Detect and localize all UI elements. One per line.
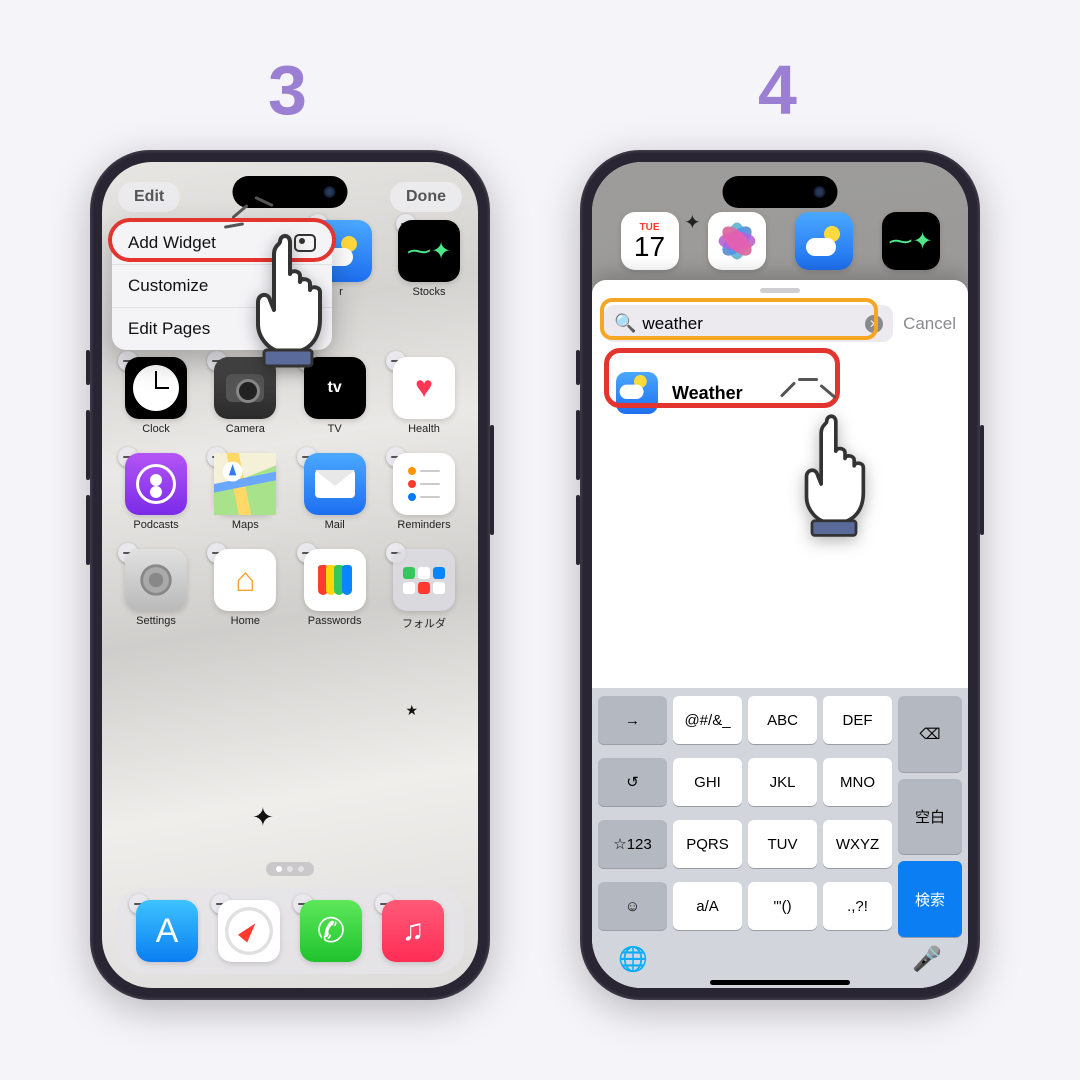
- app-folder[interactable]: フォルダ: [384, 549, 464, 631]
- mic-icon[interactable]: 🎤: [912, 945, 942, 974]
- home-indicator[interactable]: [710, 980, 850, 985]
- key-symbols[interactable]: @#/&_: [673, 696, 742, 744]
- done-button[interactable]: Done: [390, 182, 462, 212]
- app-label: Settings: [116, 615, 196, 627]
- context-menu: Add Widget Customize Edit Pages: [112, 222, 332, 350]
- app-label: Maps: [205, 519, 285, 531]
- key-delete[interactable]: ⌫: [898, 696, 962, 772]
- app-music[interactable]: ♫: [373, 900, 453, 962]
- menu-label: Customize: [128, 276, 208, 296]
- key-emoji[interactable]: ☺: [598, 882, 667, 930]
- result-weather[interactable]: Weather: [608, 362, 952, 424]
- app-phone[interactable]: ✆: [291, 900, 371, 962]
- background-app-row: TUE17 ⁓✦: [592, 212, 968, 270]
- widget-sheet: 🔍 weather ✕ Cancel Weather → @#/&_: [592, 280, 968, 988]
- key-case[interactable]: a/A: [673, 882, 742, 930]
- app-reminders[interactable]: Reminders: [384, 453, 464, 531]
- app-calendar-bg: TUE17: [610, 212, 690, 270]
- keyboard: → @#/&_ ABC DEF ↺ GHI JKL MNO ☆123: [592, 688, 968, 988]
- key-space[interactable]: 空白: [898, 779, 962, 855]
- key-quotes[interactable]: '"(): [748, 882, 817, 930]
- key-def[interactable]: DEF: [823, 696, 892, 744]
- page-dots[interactable]: [266, 862, 314, 876]
- app-grid: Clock Camera tvTV ♥Health Podcasts Maps …: [102, 357, 478, 649]
- app-settings[interactable]: Settings: [116, 549, 196, 631]
- app-label: Home: [205, 615, 285, 627]
- dynamic-island: [233, 176, 348, 208]
- widget-icon: [294, 234, 316, 252]
- key-ghi[interactable]: GHI: [673, 758, 742, 806]
- app-stocks-bg: ⁓✦: [871, 212, 951, 270]
- key-punct[interactable]: .,?!: [823, 882, 892, 930]
- globe-icon[interactable]: 🌐: [618, 945, 648, 974]
- app-label: Stocks: [394, 286, 464, 298]
- app-podcasts[interactable]: Podcasts: [116, 453, 196, 531]
- app-tv[interactable]: tvTV: [295, 357, 375, 435]
- wallpaper-sparkle: ★: [405, 702, 418, 719]
- search-icon: 🔍: [614, 313, 636, 334]
- result-label: Weather: [672, 383, 743, 404]
- key-tuv[interactable]: TUV: [748, 820, 817, 868]
- app-label: TV: [295, 423, 375, 435]
- key-search[interactable]: 検索: [898, 861, 962, 937]
- app-weather-bg: [784, 212, 864, 270]
- key-mno[interactable]: MNO: [823, 758, 892, 806]
- app-maps[interactable]: Maps: [205, 453, 285, 531]
- app-mail[interactable]: Mail: [295, 453, 375, 531]
- key-jkl[interactable]: JKL: [748, 758, 817, 806]
- menu-label: Edit Pages: [128, 319, 210, 339]
- search-text: weather: [642, 314, 865, 334]
- phone-frame-4: ✦ TUE17 ⁓✦: [580, 150, 980, 1000]
- phone-frame-3: Edit Done Add Widget Customize Edit Page…: [90, 150, 490, 1000]
- home-screen-editing: Edit Done Add Widget Customize Edit Page…: [102, 162, 478, 988]
- app-label: Camera: [205, 423, 285, 435]
- search-input[interactable]: 🔍 weather ✕: [604, 305, 893, 342]
- app-label: Clock: [116, 423, 196, 435]
- edit-button[interactable]: Edit: [118, 182, 180, 212]
- pages-icon: [294, 320, 316, 338]
- step-number-3: 3: [268, 50, 307, 130]
- app-clock[interactable]: Clock: [116, 357, 196, 435]
- menu-customize[interactable]: Customize: [112, 265, 332, 308]
- key-mode[interactable]: ☆123: [598, 820, 667, 868]
- clear-icon[interactable]: ✕: [865, 315, 883, 333]
- step-number-4: 4: [758, 50, 797, 130]
- cancel-button[interactable]: Cancel: [903, 314, 956, 334]
- key-wxyz[interactable]: WXYZ: [823, 820, 892, 868]
- key-next[interactable]: →: [598, 696, 667, 744]
- menu-add-widget[interactable]: Add Widget: [112, 222, 332, 265]
- sheet-grabber[interactable]: [760, 288, 800, 293]
- app-label: Podcasts: [116, 519, 196, 531]
- key-undo[interactable]: ↺: [598, 758, 667, 806]
- dock: A ✆ ♫: [116, 888, 464, 974]
- app-label: Passwords: [295, 615, 375, 627]
- app-stocks[interactable]: ⁓✦ Stocks: [394, 220, 464, 298]
- app-passwords[interactable]: Passwords: [295, 549, 375, 631]
- key-abc[interactable]: ABC: [748, 696, 817, 744]
- app-label: Reminders: [384, 519, 464, 531]
- app-camera[interactable]: Camera: [205, 357, 285, 435]
- dynamic-island: [723, 176, 838, 208]
- app-label: Mail: [295, 519, 375, 531]
- customize-icon: [294, 277, 316, 295]
- app-label: Health: [384, 423, 464, 435]
- key-pqrs[interactable]: PQRS: [673, 820, 742, 868]
- app-appstore[interactable]: A: [127, 900, 207, 962]
- menu-edit-pages[interactable]: Edit Pages: [112, 308, 332, 350]
- app-health[interactable]: ♥Health: [384, 357, 464, 435]
- app-safari[interactable]: [209, 900, 289, 962]
- menu-label: Add Widget: [128, 233, 216, 253]
- app-photos-bg: [697, 212, 777, 270]
- weather-icon: [616, 372, 658, 414]
- app-label: フォルダ: [384, 615, 464, 631]
- wallpaper-sparkle: ✦: [252, 802, 274, 833]
- app-home[interactable]: ⌂Home: [205, 549, 285, 631]
- widget-search-screen: ✦ TUE17 ⁓✦: [592, 162, 968, 988]
